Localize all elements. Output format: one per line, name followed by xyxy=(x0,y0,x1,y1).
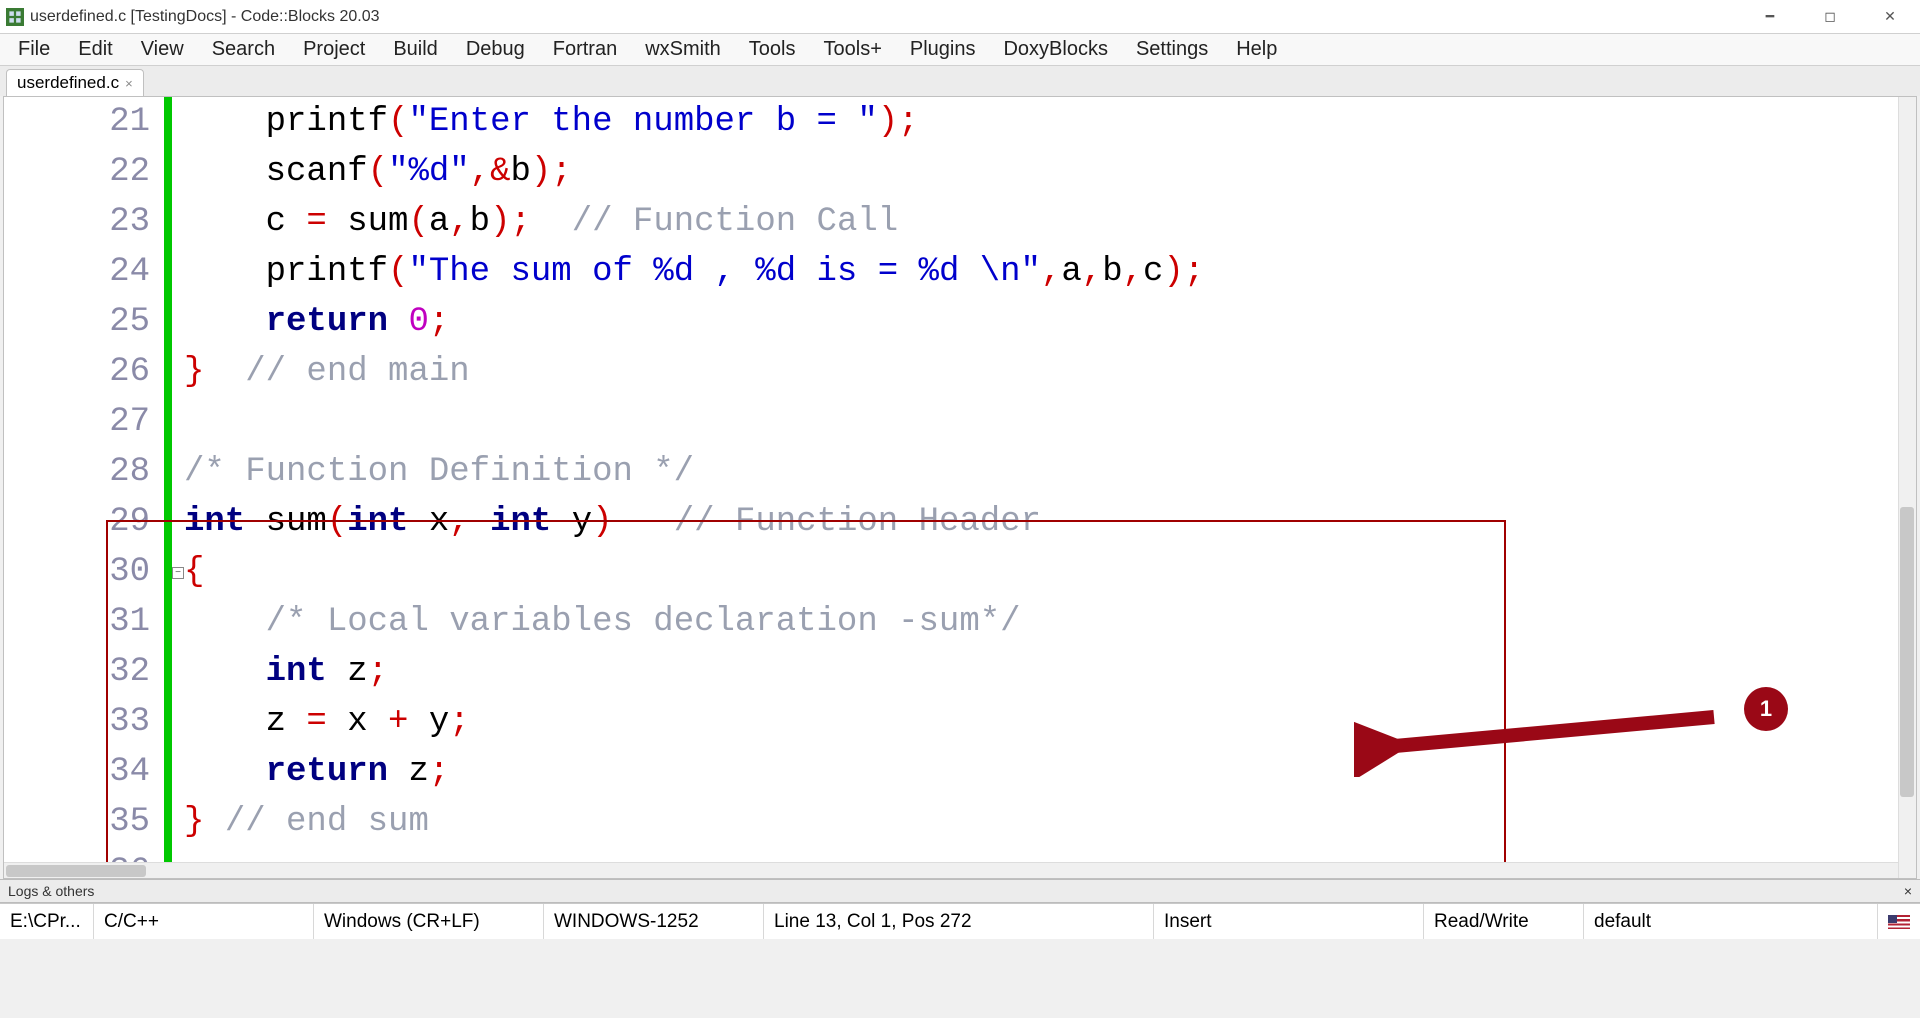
code-editor[interactable]: 21222324252627282930313233343536 − print… xyxy=(3,96,1917,879)
code-line[interactable]: int z; xyxy=(184,647,1896,697)
annotation-badge: 1 xyxy=(1744,687,1788,731)
vertical-scroll-thumb[interactable] xyxy=(1900,507,1914,797)
menubar: FileEditViewSearchProjectBuildDebugFortr… xyxy=(0,34,1920,66)
menu-help[interactable]: Help xyxy=(1222,34,1291,65)
line-number: 30 xyxy=(4,547,164,597)
line-number: 31 xyxy=(4,597,164,647)
menu-view[interactable]: View xyxy=(127,34,198,65)
code-line[interactable]: } // end sum xyxy=(184,797,1896,847)
status-readwrite: Read/Write xyxy=(1424,904,1584,939)
line-number: 27 xyxy=(4,397,164,447)
code-line[interactable]: { xyxy=(184,547,1896,597)
menu-build[interactable]: Build xyxy=(379,34,451,65)
maximize-button[interactable]: ◻ xyxy=(1800,0,1860,34)
editor-tabstrip: userdefined.c × xyxy=(0,66,1920,96)
us-flag-icon xyxy=(1888,915,1910,929)
code-line[interactable]: } // end main xyxy=(184,347,1896,397)
code-line[interactable]: scanf("%d",&b); xyxy=(184,147,1896,197)
code-line[interactable]: int sum(int x, int y) // Function Header xyxy=(184,497,1896,547)
status-eol[interactable]: Windows (CR+LF) xyxy=(314,904,544,939)
statusbar: E:\CPr... C/C++ Windows (CR+LF) WINDOWS-… xyxy=(0,903,1920,939)
horizontal-scroll-thumb[interactable] xyxy=(6,865,146,877)
line-number: 23 xyxy=(4,197,164,247)
line-number: 24 xyxy=(4,247,164,297)
logs-panel-label: Logs & others xyxy=(8,883,94,899)
window-titlebar: userdefined.c [TestingDocs] - Code::Bloc… xyxy=(0,0,1920,34)
status-caret: Line 13, Col 1, Pos 272 xyxy=(764,904,1154,939)
editor-tab-label: userdefined.c xyxy=(17,73,119,93)
fold-toggle-icon[interactable]: − xyxy=(172,567,184,579)
line-number: 25 xyxy=(4,297,164,347)
line-number-gutter: 21222324252627282930313233343536 xyxy=(4,97,164,878)
code-line[interactable]: /* Local variables declaration -sum*/ xyxy=(184,597,1896,647)
editor-tab[interactable]: userdefined.c × xyxy=(6,69,144,96)
code-line[interactable]: printf("Enter the number b = "); xyxy=(184,97,1896,147)
logs-panel-header[interactable]: Logs & others × xyxy=(0,879,1920,903)
line-number: 35 xyxy=(4,797,164,847)
code-line[interactable]: /* Function Definition */ xyxy=(184,447,1896,497)
code-line[interactable] xyxy=(184,397,1896,447)
code-line[interactable]: return 0; xyxy=(184,297,1896,347)
change-indicator-bar xyxy=(164,97,172,878)
status-language[interactable]: C/C++ xyxy=(94,904,314,939)
code-line[interactable]: c = sum(a,b); // Function Call xyxy=(184,197,1896,247)
close-tab-icon[interactable]: × xyxy=(125,76,133,91)
app-icon xyxy=(6,8,24,26)
menu-fortran[interactable]: Fortran xyxy=(539,34,631,65)
line-number: 32 xyxy=(4,647,164,697)
menu-search[interactable]: Search xyxy=(198,34,289,65)
menu-tools[interactable]: Tools xyxy=(735,34,810,65)
menu-wxsmith[interactable]: wxSmith xyxy=(631,34,735,65)
menu-edit[interactable]: Edit xyxy=(64,34,126,65)
window-title: userdefined.c [TestingDocs] - Code::Bloc… xyxy=(30,8,1740,26)
status-path: E:\CPr... xyxy=(0,904,94,939)
code-area[interactable]: printf("Enter the number b = "); scanf("… xyxy=(184,97,1896,878)
menu-file[interactable]: File xyxy=(4,34,64,65)
line-number: 26 xyxy=(4,347,164,397)
horizontal-scrollbar[interactable] xyxy=(4,862,1898,878)
code-line[interactable]: printf("The sum of %d , %d is = %d \n",a… xyxy=(184,247,1896,297)
menu-doxyblocks[interactable]: DoxyBlocks xyxy=(989,34,1121,65)
status-profile[interactable]: default xyxy=(1584,904,1878,939)
menu-tools[interactable]: Tools+ xyxy=(810,34,896,65)
line-number: 33 xyxy=(4,697,164,747)
close-button[interactable]: ✕ xyxy=(1860,0,1920,34)
code-line[interactable]: return z; xyxy=(184,747,1896,797)
status-encoding[interactable]: WINDOWS-1252 xyxy=(544,904,764,939)
line-number: 21 xyxy=(4,97,164,147)
menu-plugins[interactable]: Plugins xyxy=(896,34,990,65)
status-insert-mode[interactable]: Insert xyxy=(1154,904,1424,939)
line-number: 22 xyxy=(4,147,164,197)
line-number: 29 xyxy=(4,497,164,547)
vertical-scrollbar[interactable] xyxy=(1898,97,1916,878)
line-number: 28 xyxy=(4,447,164,497)
fold-column xyxy=(172,97,184,878)
menu-settings[interactable]: Settings xyxy=(1122,34,1222,65)
line-number: 34 xyxy=(4,747,164,797)
logs-panel-close-icon[interactable]: × xyxy=(1904,883,1912,899)
menu-debug[interactable]: Debug xyxy=(452,34,539,65)
menu-project[interactable]: Project xyxy=(289,34,379,65)
code-line[interactable]: z = x + y; xyxy=(184,697,1896,747)
status-locale-flag[interactable] xyxy=(1878,904,1920,939)
minimize-button[interactable]: ━ xyxy=(1740,0,1800,34)
